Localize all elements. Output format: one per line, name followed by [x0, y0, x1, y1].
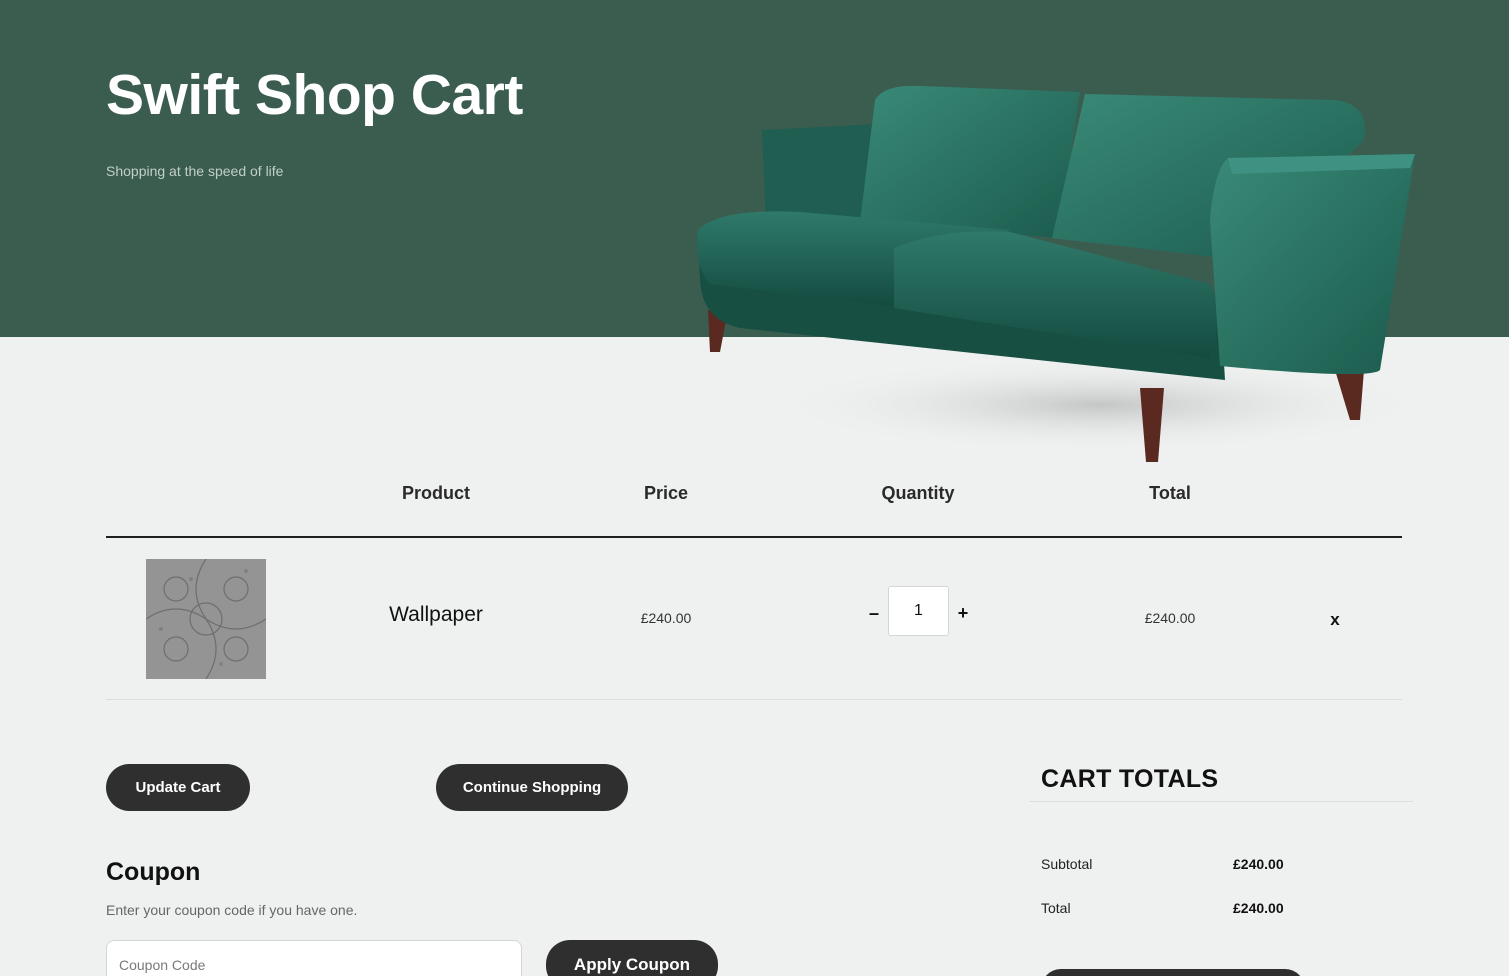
- total-label: Total: [1041, 900, 1071, 916]
- total-value: £240.00: [1233, 900, 1284, 916]
- coupon-heading: Coupon: [106, 858, 201, 886]
- remove-item-button[interactable]: x: [1330, 610, 1339, 630]
- subtotal-value: £240.00: [1233, 856, 1284, 872]
- hero-tagline: Shopping at the speed of life: [106, 163, 284, 179]
- line-total: £240.00: [1144, 610, 1196, 626]
- product-price: £240.00: [640, 610, 692, 626]
- header-total: Total: [1149, 483, 1191, 503]
- coupon-code-input[interactable]: [106, 940, 522, 976]
- continue-shopping-button[interactable]: Continue Shopping: [436, 764, 628, 811]
- page-title: Swift Shop Cart: [106, 63, 523, 127]
- checkout-button[interactable]: [1041, 969, 1305, 976]
- header-product: Product: [401, 483, 471, 503]
- product-thumbnail: [146, 559, 266, 679]
- apply-coupon-button[interactable]: Apply Coupon: [546, 940, 718, 976]
- header-quantity: Quantity: [881, 483, 955, 503]
- coupon-help-text: Enter your coupon code if you have one.: [106, 902, 358, 918]
- quantity-increment-button[interactable]: +: [953, 601, 973, 625]
- quantity-input[interactable]: [888, 586, 949, 636]
- table-row: Wallpaper £240.00 – + £240.00 x: [106, 539, 1402, 700]
- cart-table-header: Product Price Quantity Total: [106, 480, 1402, 538]
- sofa-image: [697, 85, 1430, 462]
- product-name[interactable]: Wallpaper: [389, 603, 483, 627]
- totals-divider: [1029, 801, 1413, 802]
- quantity-decrement-button[interactable]: –: [864, 601, 884, 625]
- header-price: Price: [643, 483, 689, 503]
- subtotal-label: Subtotal: [1041, 856, 1093, 872]
- update-cart-button[interactable]: Update Cart: [106, 764, 250, 811]
- cart-totals-heading: CART TOTALS: [1041, 765, 1219, 793]
